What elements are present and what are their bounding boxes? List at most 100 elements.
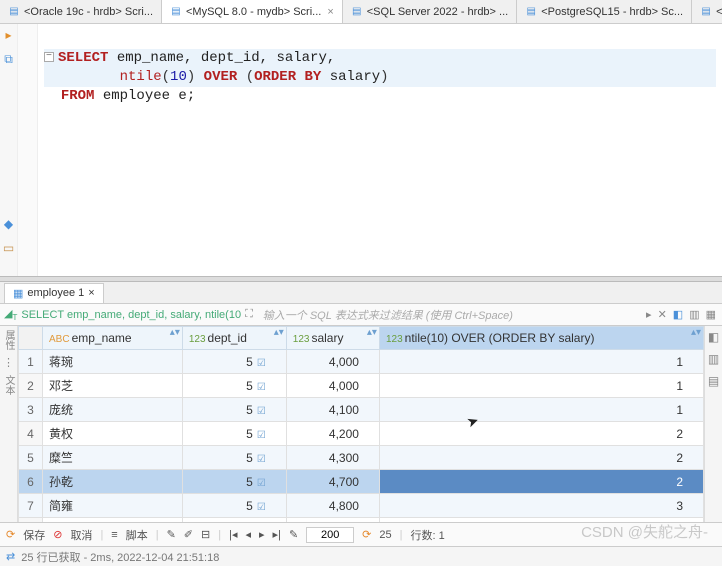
next-page-icon[interactable]: ▸ <box>259 528 265 541</box>
script-icon[interactable]: ≡ <box>111 529 117 541</box>
status-text: 25 行已获取 - 2ms, 2022-12-04 21:51:18 <box>21 549 219 565</box>
col-emp-name[interactable]: ABCemp_name▴▾ <box>43 327 183 350</box>
last-page-icon[interactable]: ▸| <box>273 528 281 541</box>
result-tab-label: employee 1 <box>27 287 84 299</box>
fk-link-icon[interactable]: ☑ <box>257 406 266 417</box>
expand-icon[interactable]: ⛶ <box>245 308 253 321</box>
code-area[interactable]: −SELECT emp_name, dept_id, salary, ntile… <box>38 24 722 276</box>
table-row[interactable]: 8马岱4☑5,8003 <box>19 518 704 523</box>
fk-link-icon[interactable]: ☑ <box>257 430 266 441</box>
fk-link-icon[interactable]: ☑ <box>257 478 266 489</box>
grid-tool-prop[interactable]: 属性 <box>1 330 16 350</box>
result-tabbar: ▦ employee 1 × <box>0 282 722 304</box>
fold-icon[interactable]: − <box>44 52 54 62</box>
status-bar: ⇄ 25 行已获取 - 2ms, 2022-12-04 21:51:18 <box>0 546 722 566</box>
tab-sqlite[interactable]: ▤ <SQLite - hrdb> Sc... <box>692 0 722 23</box>
editor-left-rail: ▸ ⧉ ◆ ▭ <box>0 24 18 276</box>
record-view-icon[interactable]: ▥ <box>708 352 719 366</box>
settings-icon2[interactable]: ▥ <box>689 308 699 321</box>
edit-icon[interactable]: ✎ <box>289 528 298 541</box>
result-grid[interactable]: ABCemp_name▴▾ 123dept_id▴▾ 123salary▴▾ 1… <box>18 326 704 522</box>
table-row[interactable]: 5糜竺5☑4,3002 <box>19 446 704 470</box>
sort-icon[interactable]: ▴▾ <box>274 329 284 336</box>
result-toolbar: ⟳ 保存 ⊘ 取消 | ≡ 脚本 | ✎ ✐ ⊟ | |◂ ◂ ▸ ▸| ✎ ⟳… <box>0 522 722 546</box>
result-tab[interactable]: ▦ employee 1 × <box>4 283 104 303</box>
edit-cell-icon[interactable]: ✎ <box>167 528 176 541</box>
table-row[interactable]: 4黄权5☑4,2002 <box>19 422 704 446</box>
settings-icon[interactable]: ◧ <box>673 308 683 321</box>
editor-gutter <box>18 24 38 276</box>
cancel-button[interactable]: 取消 <box>70 527 92 543</box>
query-text: SELECT emp_name, dept_id, salary, ntile(… <box>21 309 241 321</box>
grid-tool-text[interactable]: 文本 <box>1 375 16 395</box>
panel-icon[interactable]: ▦ <box>706 308 716 321</box>
fetch-all-icon[interactable]: ⟳ <box>362 528 371 541</box>
chart-icon[interactable]: ▤ <box>708 374 719 388</box>
tab-sqlserver[interactable]: ▤ <SQL Server 2022 - hrdb> ... <box>343 0 517 23</box>
sql-editor[interactable]: ▸ ⧉ ◆ ▭ −SELECT emp_name, dept_id, salar… <box>0 24 722 276</box>
fk-link-icon[interactable]: ☑ <box>257 454 266 465</box>
sort-icon[interactable]: ▴▾ <box>170 329 180 336</box>
page-size-input[interactable] <box>306 527 354 543</box>
first-page-icon[interactable]: |◂ <box>229 528 237 541</box>
tab-mysql[interactable]: ▤ <MySQL 8.0 - mydb> Scri... × <box>162 0 343 23</box>
table-row[interactable]: 7简雍5☑4,8003 <box>19 494 704 518</box>
filter-input[interactable]: 输入一个 SQL 表达式来过滤结果 (使用 Ctrl+Space) <box>257 307 640 323</box>
row-count: 25 <box>379 529 391 541</box>
fk-link-icon[interactable]: ☑ <box>257 358 266 369</box>
tab-label: <Oracle 19c - hrdb> Scri... <box>24 6 153 18</box>
connection-tabs: ▤ <Oracle 19c - hrdb> Scri... ▤ <MySQL 8… <box>0 0 722 24</box>
table-row[interactable]: 3庞统5☑4,1001 <box>19 398 704 422</box>
query-indicator-icon: ◢T <box>4 307 17 322</box>
execute-icon[interactable]: ▸ <box>5 28 11 42</box>
col-salary[interactable]: 123salary▴▾ <box>286 327 379 350</box>
script-button[interactable]: 脚本 <box>126 527 148 543</box>
sql-file-icon: ▤ <box>351 6 363 18</box>
sort-icon[interactable]: ▴▾ <box>691 329 701 336</box>
tab-label: <MySQL 8.0 - mydb> Scri... <box>186 6 321 18</box>
bookmark-icon[interactable]: ◆ <box>4 217 13 231</box>
tab-oracle[interactable]: ▤ <Oracle 19c - hrdb> Scri... <box>0 0 162 23</box>
header-row: ABCemp_name▴▾ 123dept_id▴▾ 123salary▴▾ 1… <box>19 327 704 350</box>
commit-icon[interactable]: ⧉ <box>4 52 13 67</box>
text-col-icon: ABC <box>49 334 70 345</box>
grid-right-toolbar: ◧ ▥ ▤ <box>704 326 722 522</box>
close-icon[interactable]: × <box>88 287 94 299</box>
doc-icon[interactable]: ▭ <box>3 241 14 255</box>
status-icon: ⇄ <box>6 550 15 563</box>
tab-label: <SQL Server 2022 - hrdb> ... <box>367 6 508 18</box>
edit-cell-icon2[interactable]: ✐ <box>184 528 193 541</box>
delete-row-icon[interactable]: ⊟ <box>201 528 210 541</box>
col-ntile[interactable]: 123ntile(10) OVER (ORDER BY salary)▴▾ <box>379 327 703 350</box>
tab-postgres[interactable]: ▤ <PostgreSQL15 - hrdb> Sc... <box>517 0 692 23</box>
table-body: 1蒋琬5☑4,0001 2邓芝5☑4,0001 3庞统5☑4,1001 4黄权5… <box>19 350 704 523</box>
grid-left-toolbar: 属性 ⋮ 文本 <box>0 326 18 522</box>
fk-link-icon[interactable]: ☑ <box>257 382 266 393</box>
cancel-icon[interactable]: ⊘ <box>53 528 62 541</box>
panel-toggle-icon[interactable]: ◧ <box>708 330 719 344</box>
refresh-icon[interactable]: ⟳ <box>6 528 15 541</box>
col-dept-id[interactable]: 123dept_id▴▾ <box>182 327 286 350</box>
sql-file-icon: ▤ <box>525 6 537 18</box>
sort-icon[interactable]: ▴▾ <box>367 329 377 336</box>
table-row[interactable]: 6孙乾5☑4,7002 <box>19 470 704 494</box>
clear-filter-icon[interactable]: ✕ <box>658 308 667 321</box>
prev-page-icon[interactable]: ◂ <box>245 528 251 541</box>
sql-file-icon: ▤ <box>170 6 182 18</box>
table-row[interactable]: 2邓芝5☑4,0001 <box>19 374 704 398</box>
apply-filter-icon[interactable]: ▸ <box>646 308 652 321</box>
rows-label: 行数: 1 <box>410 527 444 543</box>
grid-icon: ▦ <box>13 287 23 300</box>
num-col-icon: 123 <box>386 334 403 345</box>
fk-link-icon[interactable]: ☑ <box>257 502 266 513</box>
result-grid-wrap: 属性 ⋮ 文本 ABCemp_name▴▾ 123dept_id▴▾ 123sa… <box>0 326 722 522</box>
tab-label: <PostgreSQL15 - hrdb> Sc... <box>541 6 683 18</box>
close-icon[interactable]: × <box>327 6 333 18</box>
result-filter-bar: ◢T SELECT emp_name, dept_id, salary, nti… <box>0 304 722 326</box>
save-button[interactable]: 保存 <box>23 527 45 543</box>
table-row[interactable]: 1蒋琬5☑4,0001 <box>19 350 704 374</box>
rownum-header[interactable] <box>19 327 43 350</box>
tab-label: <SQLite - hrdb> Sc... <box>716 6 722 18</box>
sql-file-icon: ▤ <box>8 6 20 18</box>
num-col-icon: 123 <box>293 334 310 345</box>
